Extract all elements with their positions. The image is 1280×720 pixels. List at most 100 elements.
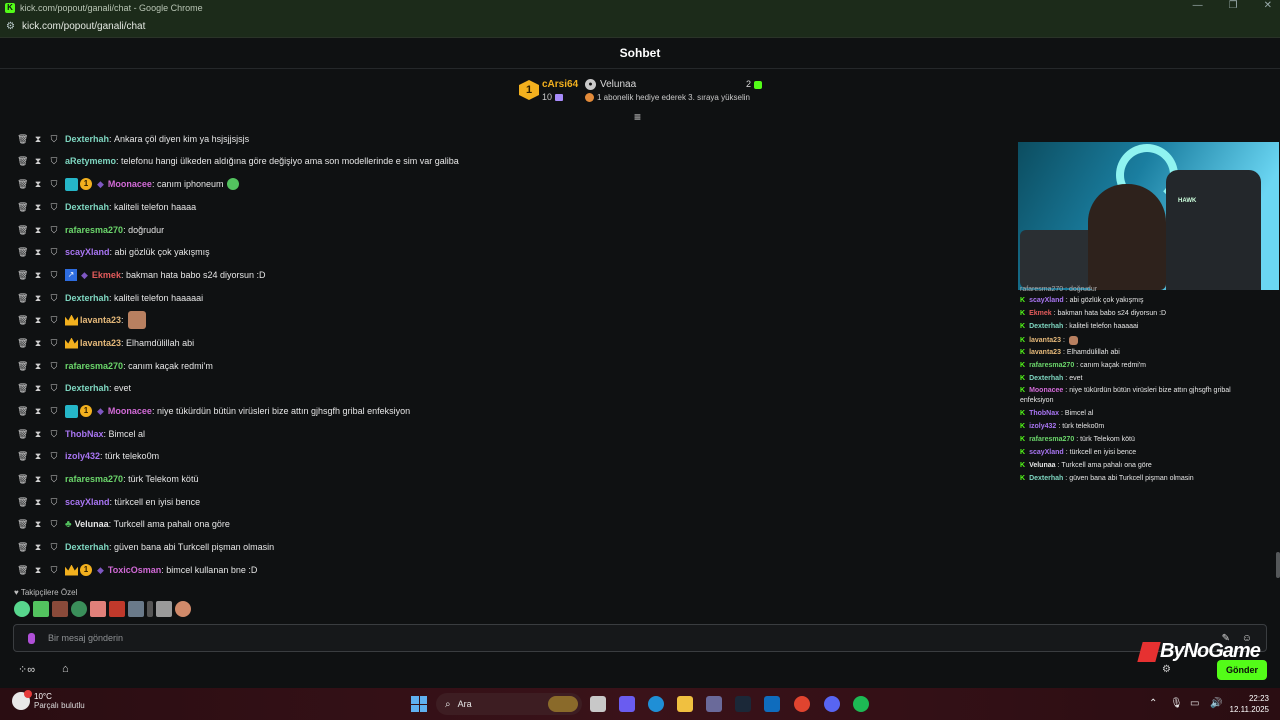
- chat-username[interactable]: Dexterhah: [65, 134, 109, 144]
- ban-icon[interactable]: ⛉: [49, 519, 59, 530]
- delete-icon[interactable]: 🗑: [17, 293, 28, 304]
- timeout-icon[interactable]: ⧗: [33, 179, 43, 190]
- ban-icon[interactable]: ⛉: [49, 225, 59, 236]
- ban-icon[interactable]: ⛉: [49, 497, 59, 508]
- site-settings-icon[interactable]: ⚙: [6, 21, 15, 32]
- ban-icon[interactable]: ⛉: [49, 429, 59, 440]
- outlook-icon[interactable]: [764, 696, 780, 712]
- timeout-icon[interactable]: ⧗: [33, 474, 43, 485]
- timeout-icon[interactable]: ⧗: [33, 247, 43, 258]
- task-view-icon[interactable]: [590, 696, 606, 712]
- delete-icon[interactable]: 🗑: [17, 565, 28, 576]
- chat-username[interactable]: ToxicOsman: [108, 565, 161, 575]
- chat-username[interactable]: scayXland: [65, 497, 110, 507]
- chrome-icon[interactable]: [794, 696, 810, 712]
- chat-username[interactable]: rafaresma270: [65, 474, 123, 484]
- timeout-icon[interactable]: ⧗: [33, 519, 43, 530]
- figure-emote[interactable]: [147, 601, 153, 617]
- taskbar-search[interactable]: ⌕ Ara: [436, 693, 582, 715]
- timeout-icon[interactable]: ⧗: [33, 383, 43, 394]
- delete-icon[interactable]: 🗑: [17, 270, 28, 281]
- chat-input-placeholder[interactable]: Bir mesaj gönderin: [48, 633, 123, 643]
- ban-icon[interactable]: ⛉: [49, 361, 59, 372]
- scrollbar-thumb[interactable]: [1276, 552, 1280, 578]
- chat-username[interactable]: Moonacee: [108, 179, 152, 189]
- timeout-icon[interactable]: ⧗: [33, 542, 43, 553]
- mic-icon[interactable]: [28, 632, 35, 644]
- delete-icon[interactable]: 🗑: [17, 338, 28, 349]
- ban-icon[interactable]: ⛉: [49, 451, 59, 462]
- delete-icon[interactable]: 🗑: [17, 179, 28, 190]
- delete-icon[interactable]: 🗑: [17, 202, 28, 213]
- ban-icon[interactable]: ⛉: [49, 474, 59, 485]
- copilot-icon[interactable]: [619, 696, 635, 712]
- person-emote[interactable]: [175, 601, 191, 617]
- chat-username[interactable]: rafaresma270: [65, 361, 123, 371]
- timeout-icon[interactable]: ⧗: [33, 156, 43, 167]
- display-tray-icon[interactable]: ▭: [1190, 698, 1199, 709]
- store-icon[interactable]: [706, 696, 722, 712]
- cat-emote[interactable]: [156, 601, 172, 617]
- collapse-chevron-icon[interactable]: ≡: [634, 111, 641, 123]
- ban-icon[interactable]: ⛉: [49, 406, 59, 417]
- delete-icon[interactable]: 🗑: [17, 497, 28, 508]
- timeout-icon[interactable]: ⧗: [33, 451, 43, 462]
- chat-username[interactable]: aRetymemo: [65, 156, 116, 166]
- delete-icon[interactable]: 🗑: [17, 156, 28, 167]
- timeout-icon[interactable]: ⧗: [33, 202, 43, 213]
- timeout-icon[interactable]: ⧗: [33, 565, 43, 576]
- ban-icon[interactable]: ⛉: [49, 134, 59, 145]
- store-icon[interactable]: ⌂: [62, 663, 69, 675]
- chat-username[interactable]: Velunaa: [75, 519, 109, 529]
- timeout-icon[interactable]: ⧗: [33, 293, 43, 304]
- timeout-icon[interactable]: ⧗: [33, 315, 43, 326]
- address-bar[interactable]: ⚙ kick.com/popout/ganali/chat: [0, 16, 1280, 38]
- delete-icon[interactable]: 🗑: [17, 519, 28, 530]
- chat-username[interactable]: lavanta23: [80, 338, 121, 348]
- chat-input[interactable]: Bir mesaj gönderin ✎ ☺: [13, 624, 1267, 652]
- mic-tray-icon[interactable]: 🎙: [1170, 698, 1183, 709]
- creature-emote[interactable]: [128, 601, 144, 617]
- delete-icon[interactable]: 🗑: [17, 383, 28, 394]
- delete-icon[interactable]: 🗑: [17, 134, 28, 145]
- timeout-icon[interactable]: ⧗: [33, 225, 43, 236]
- chat-settings-icon[interactable]: ⁘∞: [18, 663, 35, 676]
- chat-username[interactable]: lavanta23: [80, 315, 121, 325]
- settings-gear-icon[interactable]: ⚙: [1162, 664, 1171, 675]
- delete-icon[interactable]: 🗑: [17, 429, 28, 440]
- spotify-icon[interactable]: [853, 696, 869, 712]
- file-explorer-icon[interactable]: [677, 696, 693, 712]
- timeout-icon[interactable]: ⧗: [33, 270, 43, 281]
- delete-icon[interactable]: 🗑: [17, 315, 28, 326]
- delete-icon[interactable]: 🗑: [17, 451, 28, 462]
- chat-username[interactable]: Dexterhah: [65, 542, 109, 552]
- close-button[interactable]: ✕: [1264, 0, 1272, 11]
- mask-emote[interactable]: [109, 601, 125, 617]
- ban-icon[interactable]: ⛉: [49, 565, 59, 576]
- frog-emote[interactable]: [33, 601, 49, 617]
- delete-icon[interactable]: 🗑: [17, 542, 28, 553]
- delete-icon[interactable]: 🗑: [17, 247, 28, 258]
- discord-icon[interactable]: [824, 696, 840, 712]
- url-text[interactable]: kick.com/popout/ganali/chat: [22, 21, 145, 32]
- chat-username[interactable]: izoly432: [65, 451, 100, 461]
- timeout-icon[interactable]: ⧗: [33, 134, 43, 145]
- volume-tray-icon[interactable]: 🔊: [1210, 698, 1222, 709]
- chat-username[interactable]: Dexterhah: [65, 383, 109, 393]
- ban-icon[interactable]: ⛉: [49, 179, 59, 190]
- timeout-icon[interactable]: ⧗: [33, 429, 43, 440]
- chat-username[interactable]: ThobNax: [65, 429, 104, 439]
- chat-username[interactable]: Ekmek: [92, 270, 121, 280]
- send-button[interactable]: Gönder: [1217, 660, 1267, 680]
- ban-icon[interactable]: ⛉: [49, 542, 59, 553]
- weather-widget[interactable]: 10°C Parçalı bulutlu: [12, 690, 85, 710]
- top-gifter-name[interactable]: cArsi64: [542, 79, 578, 90]
- start-menu-icon[interactable]: [411, 696, 427, 712]
- heart-emote[interactable]: [14, 601, 30, 617]
- tray-chevron-icon[interactable]: ⌃: [1149, 698, 1157, 709]
- ban-icon[interactable]: ⛉: [49, 270, 59, 281]
- ban-icon[interactable]: ⛉: [49, 315, 59, 326]
- spiral-emote[interactable]: [71, 601, 87, 617]
- taskbar-clock[interactable]: 22:23 12.11.2025: [1229, 693, 1269, 715]
- edge-icon[interactable]: [648, 696, 664, 712]
